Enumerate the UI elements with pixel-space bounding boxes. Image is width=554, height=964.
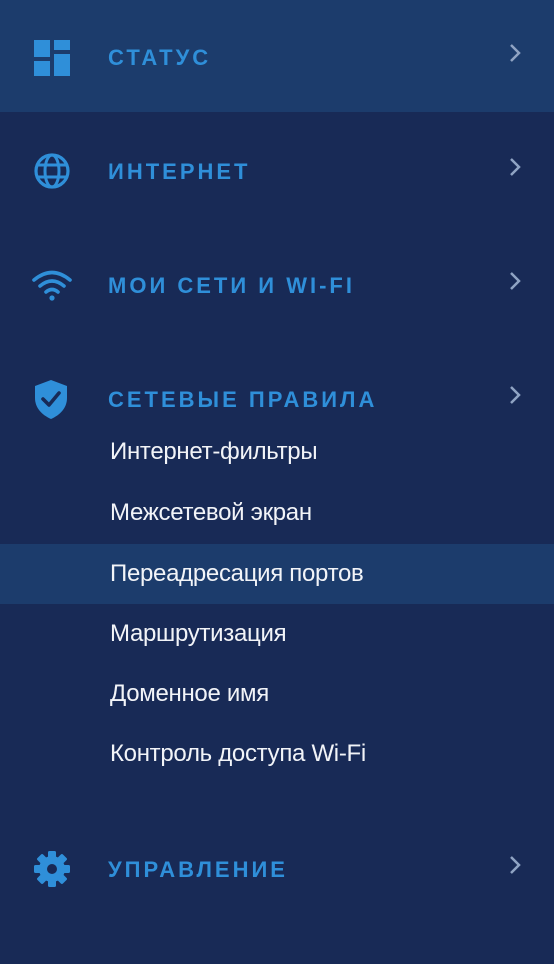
- chevron-right-icon: [506, 382, 524, 408]
- menu-section-label: ИНТЕРНЕТ: [108, 159, 251, 184]
- sidebar-menu: СТАТУС ИНТЕРНЕТ МОИ СЕТИ И WI-FI СЕТЕВЫЕ…: [0, 0, 554, 964]
- submenu-item-internet-filters[interactable]: Интернет-фильтры: [0, 422, 554, 482]
- submenu-item-firewall[interactable]: Межсетевой экран: [0, 483, 554, 543]
- menu-section-label: МОИ СЕТИ И WI-FI: [108, 273, 355, 298]
- submenu-item-label: Контроль доступа Wi-Fi: [110, 740, 366, 767]
- menu-section-management[interactable]: УПРАВЛЕНИЕ: [0, 812, 554, 924]
- menu-section-label: СТАТУС: [108, 45, 212, 70]
- globe-icon: [31, 150, 75, 194]
- submenu-item-label: Переадресация портов: [110, 560, 364, 587]
- dashboard-icon: [31, 36, 75, 80]
- submenu-item-routing[interactable]: Маршрутизация: [0, 604, 554, 664]
- chevron-right-icon: [506, 852, 524, 878]
- submenu-item-port-forwarding[interactable]: Переадресация портов: [0, 544, 554, 604]
- submenu-item-label: Доменное имя: [110, 680, 269, 707]
- gear-icon: [31, 848, 75, 892]
- shield-check-icon: [31, 378, 75, 422]
- menu-section-internet[interactable]: ИНТЕРНЕТ: [0, 114, 554, 226]
- submenu-item-label: Интернет-фильтры: [110, 438, 318, 465]
- menu-section-status[interactable]: СТАТУС: [0, 0, 554, 112]
- chevron-right-icon: [506, 268, 524, 294]
- menu-section-label: СЕТЕВЫЕ ПРАВИЛА: [108, 387, 378, 412]
- menu-section-my-networks-wifi[interactable]: МОИ СЕТИ И WI-FI: [0, 228, 554, 340]
- chevron-right-icon: [506, 154, 524, 180]
- menu-section-label: УПРАВЛЕНИЕ: [108, 857, 288, 882]
- chevron-right-icon: [506, 40, 524, 66]
- wifi-icon: [31, 264, 75, 308]
- submenu-item-domain-name[interactable]: Доменное имя: [0, 664, 554, 724]
- submenu-item-wifi-access-control[interactable]: Контроль доступа Wi-Fi: [0, 724, 554, 784]
- submenu-item-label: Маршрутизация: [110, 620, 287, 647]
- submenu-item-label: Межсетевой экран: [110, 499, 312, 526]
- menu-section-network-rules[interactable]: СЕТЕВЫЕ ПРАВИЛА: [0, 342, 554, 419]
